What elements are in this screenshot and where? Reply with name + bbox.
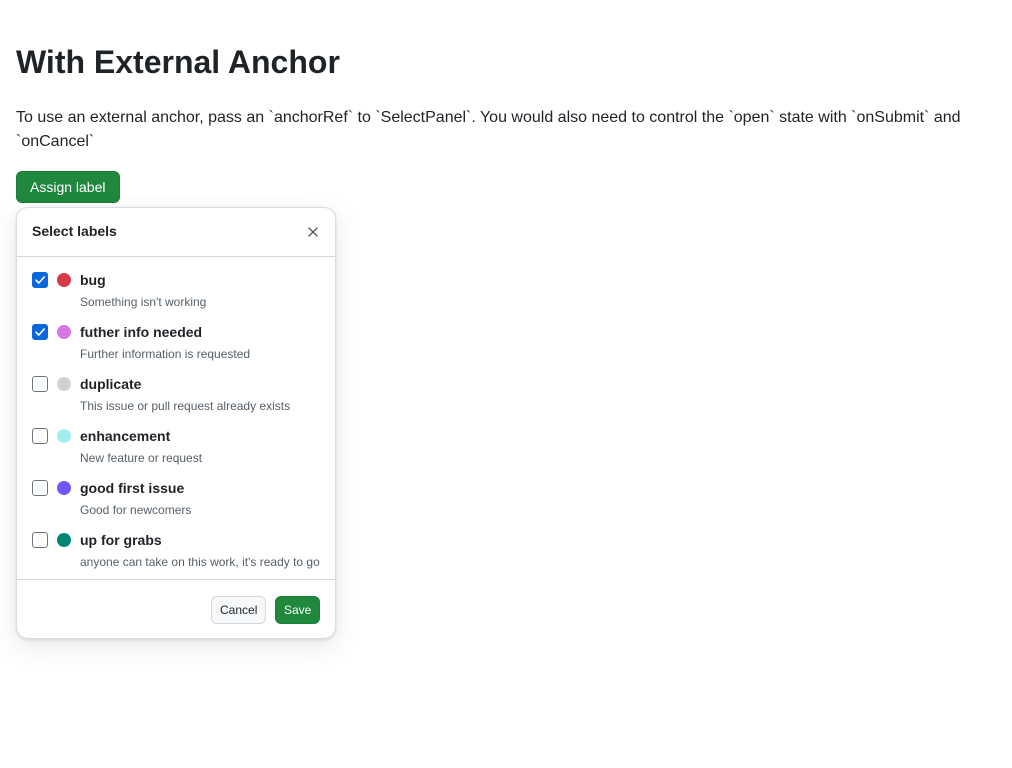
- label-color-swatch: [57, 273, 71, 287]
- panel-header: Select labels: [17, 208, 335, 257]
- label-checkbox[interactable]: [32, 376, 48, 392]
- assign-label-button[interactable]: Assign label: [16, 171, 120, 203]
- label-list: bug Something isn't working futher info ne…: [17, 257, 335, 579]
- label-color-swatch: [57, 481, 71, 495]
- label-description: Something isn't working: [80, 295, 207, 309]
- label-name: duplicate: [80, 376, 142, 392]
- label-description: New feature or request: [80, 451, 203, 465]
- save-button[interactable]: Save: [275, 596, 321, 624]
- label-color-swatch: [57, 377, 71, 391]
- label-option-item[interactable]: bug Something isn't working: [17, 257, 335, 309]
- checkmark-icon: [35, 276, 45, 284]
- label-checkbox[interactable]: [32, 272, 48, 288]
- label-name: up for grabs: [80, 532, 162, 548]
- label-checkbox[interactable]: [32, 324, 48, 340]
- label-color-swatch: [57, 429, 71, 443]
- label-description: Further information is requested: [80, 347, 251, 361]
- checkmark-icon: [35, 328, 45, 336]
- label-description: This issue or pull request already exist…: [80, 399, 291, 413]
- panel-title: Select labels: [32, 223, 117, 239]
- label-option-item[interactable]: futher info needed Further information is…: [17, 309, 335, 361]
- panel-footer: Cancel Save: [17, 579, 335, 638]
- page: With External Anchor To use an external …: [0, 0, 1012, 768]
- label-option-item[interactable]: up for grabs anyone can take on this work…: [17, 517, 335, 569]
- label-option-item[interactable]: good first issue Good for newcomers: [17, 465, 335, 517]
- label-description: Good for newcomers: [80, 503, 192, 517]
- close-button[interactable]: [301, 220, 325, 244]
- label-name: futher info needed: [80, 324, 203, 340]
- label-name: enhancement: [80, 428, 171, 444]
- label-checkbox[interactable]: [32, 532, 48, 548]
- label-name: good first issue: [80, 480, 185, 496]
- label-description: anyone can take on this work, it's ready…: [80, 555, 320, 569]
- page-title: With External Anchor: [16, 44, 340, 80]
- label-option-item[interactable]: enhancement New feature or request: [17, 413, 335, 465]
- close-icon: [308, 227, 318, 237]
- label-name: bug: [80, 272, 106, 288]
- label-option-item[interactable]: duplicate This issue or pull request alre…: [17, 361, 335, 413]
- label-color-swatch: [57, 533, 71, 547]
- cancel-button[interactable]: Cancel: [211, 596, 267, 624]
- label-checkbox[interactable]: [32, 428, 48, 444]
- label-checkbox[interactable]: [32, 480, 48, 496]
- label-color-swatch: [57, 325, 71, 339]
- select-panel: Select labels bug Something isn't working…: [16, 207, 336, 639]
- page-description: To use an external anchor, pass an `anch…: [16, 109, 961, 150]
